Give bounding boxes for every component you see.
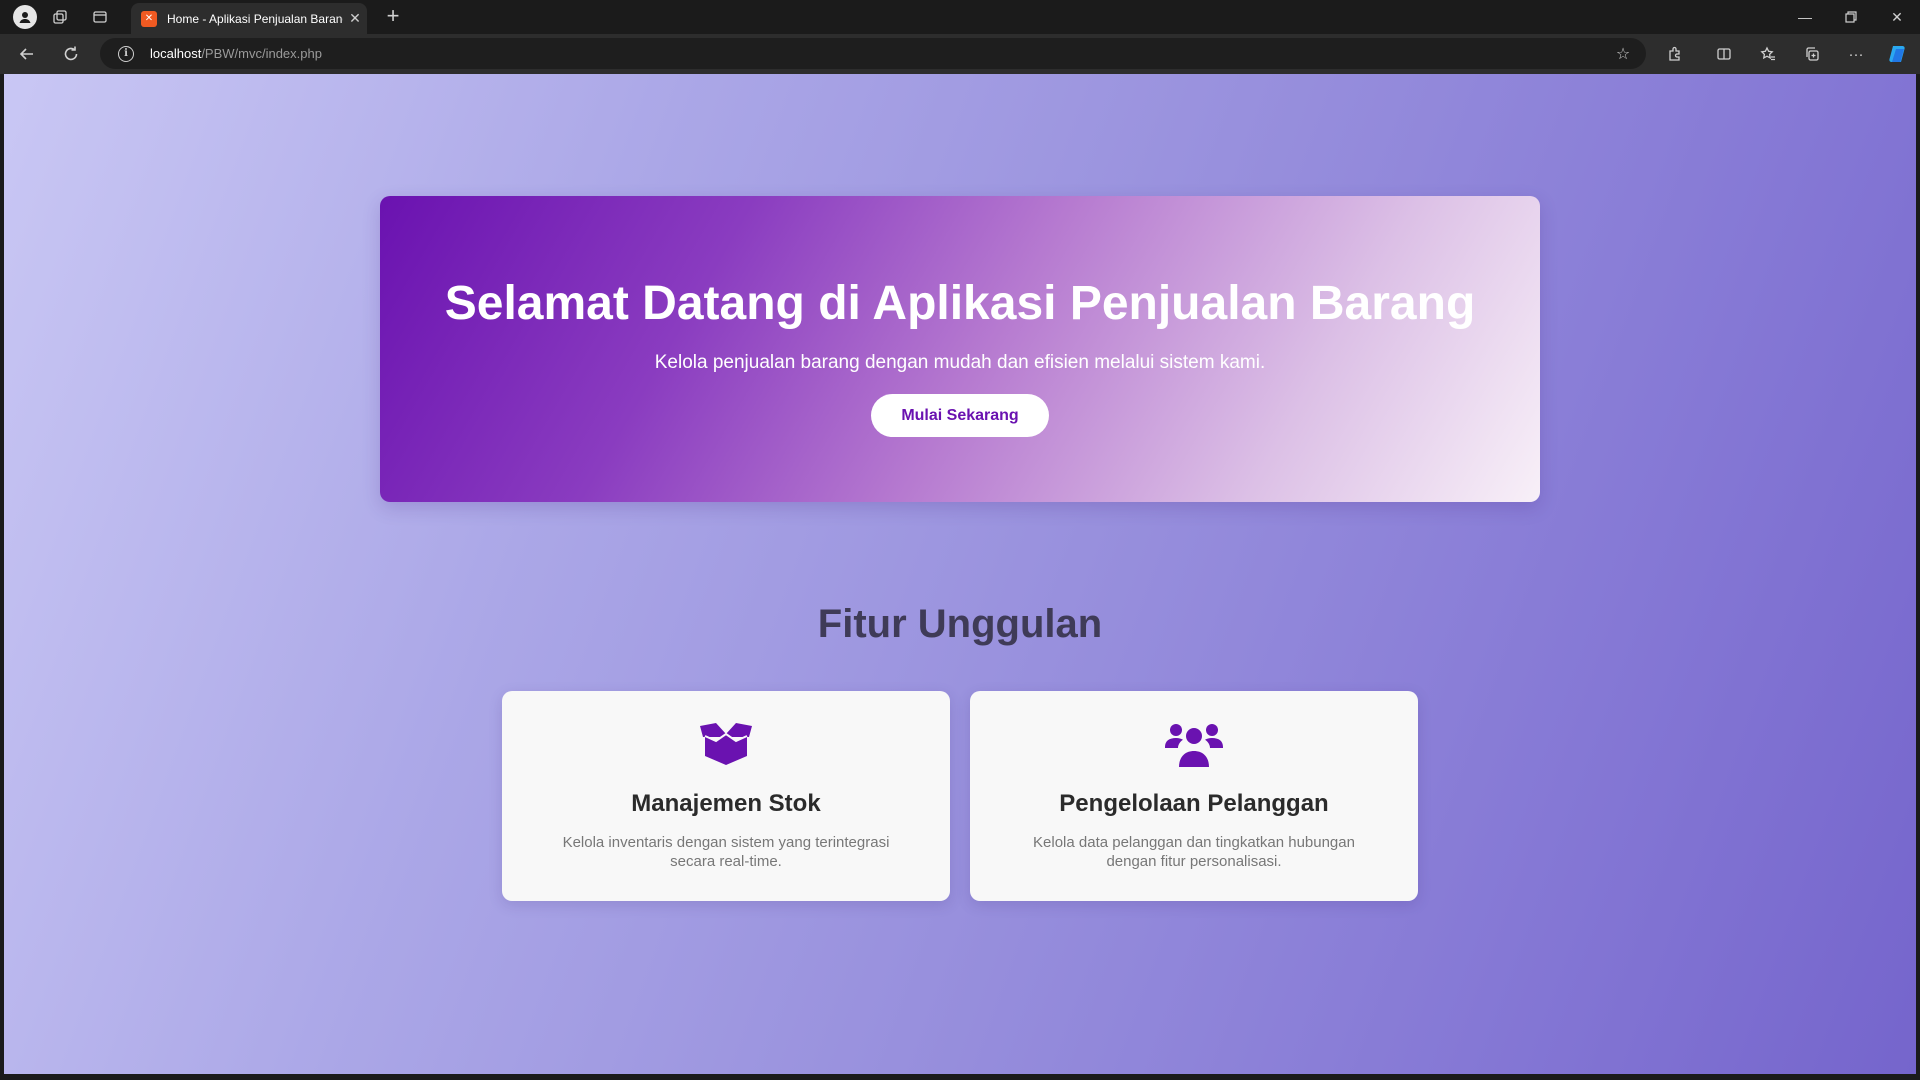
url-path: /PBW/mvc/index.php xyxy=(201,46,322,61)
page-viewport: Selamat Datang di Aplikasi Penjualan Bar… xyxy=(4,74,1916,1074)
more-menu-icon[interactable]: ··· xyxy=(1842,40,1870,68)
tab-actions-icon[interactable] xyxy=(80,0,120,34)
tab-title: Home - Aplikasi Penjualan Barang xyxy=(167,11,343,26)
start-now-button[interactable]: Mulai Sekarang xyxy=(871,394,1049,437)
url-text[interactable]: localhost/PBW/mvc/index.php xyxy=(150,46,1608,61)
feature-title: Manajemen Stok xyxy=(631,790,821,817)
box-open-icon xyxy=(502,721,950,769)
minimize-icon[interactable]: — xyxy=(1782,0,1828,34)
active-tab[interactable]: ✕ Home - Aplikasi Penjualan Barang ✕ xyxy=(131,3,367,34)
address-bar[interactable]: i localhost/PBW/mvc/index.php ☆ xyxy=(100,38,1646,69)
hero-title: Selamat Datang di Aplikasi Penjualan Bar… xyxy=(444,277,1476,330)
close-window-icon[interactable]: ✕ xyxy=(1874,0,1920,34)
features-title: Fitur Unggulan xyxy=(817,602,1103,646)
extensions-icon[interactable] xyxy=(1661,40,1689,68)
feature-card-customer: Pengelolaan Pelanggan Kelola data pelang… xyxy=(970,691,1418,901)
browser-toolbar: i localhost/PBW/mvc/index.php ☆ ··· xyxy=(0,34,1920,74)
feature-card-stock: Manajemen Stok Kelola inventaris dengan … xyxy=(502,691,950,901)
refresh-icon[interactable] xyxy=(57,40,85,68)
favorites-icon[interactable] xyxy=(1754,40,1782,68)
collections-icon[interactable] xyxy=(1798,40,1826,68)
back-icon[interactable] xyxy=(13,40,41,68)
restore-icon[interactable] xyxy=(1828,0,1874,34)
site-info-icon[interactable]: i xyxy=(118,45,134,62)
copilot-icon[interactable] xyxy=(1884,40,1912,68)
users-icon xyxy=(970,721,1418,769)
favorite-star-icon[interactable]: ☆ xyxy=(1608,44,1638,64)
feature-description: Kelola data pelanggan dan tingkatkan hub… xyxy=(1033,834,1355,870)
profile-button[interactable] xyxy=(0,0,40,34)
split-screen-icon[interactable] xyxy=(1710,40,1738,68)
new-tab-icon[interactable]: + xyxy=(380,4,406,30)
xampp-favicon-icon: ✕ xyxy=(141,10,157,27)
tab-close-icon[interactable]: ✕ xyxy=(343,10,367,27)
feature-description: Kelola inventaris dengan sistem yang ter… xyxy=(562,834,890,870)
url-host: localhost xyxy=(150,46,202,61)
workspaces-icon[interactable] xyxy=(40,0,80,34)
feature-title: Pengelolaan Pelanggan xyxy=(1059,790,1329,817)
hero-banner: Selamat Datang di Aplikasi Penjualan Bar… xyxy=(380,196,1540,502)
hero-subtitle: Kelola penjualan barang dengan mudah dan… xyxy=(654,352,1266,373)
profile-avatar-icon xyxy=(13,5,37,29)
